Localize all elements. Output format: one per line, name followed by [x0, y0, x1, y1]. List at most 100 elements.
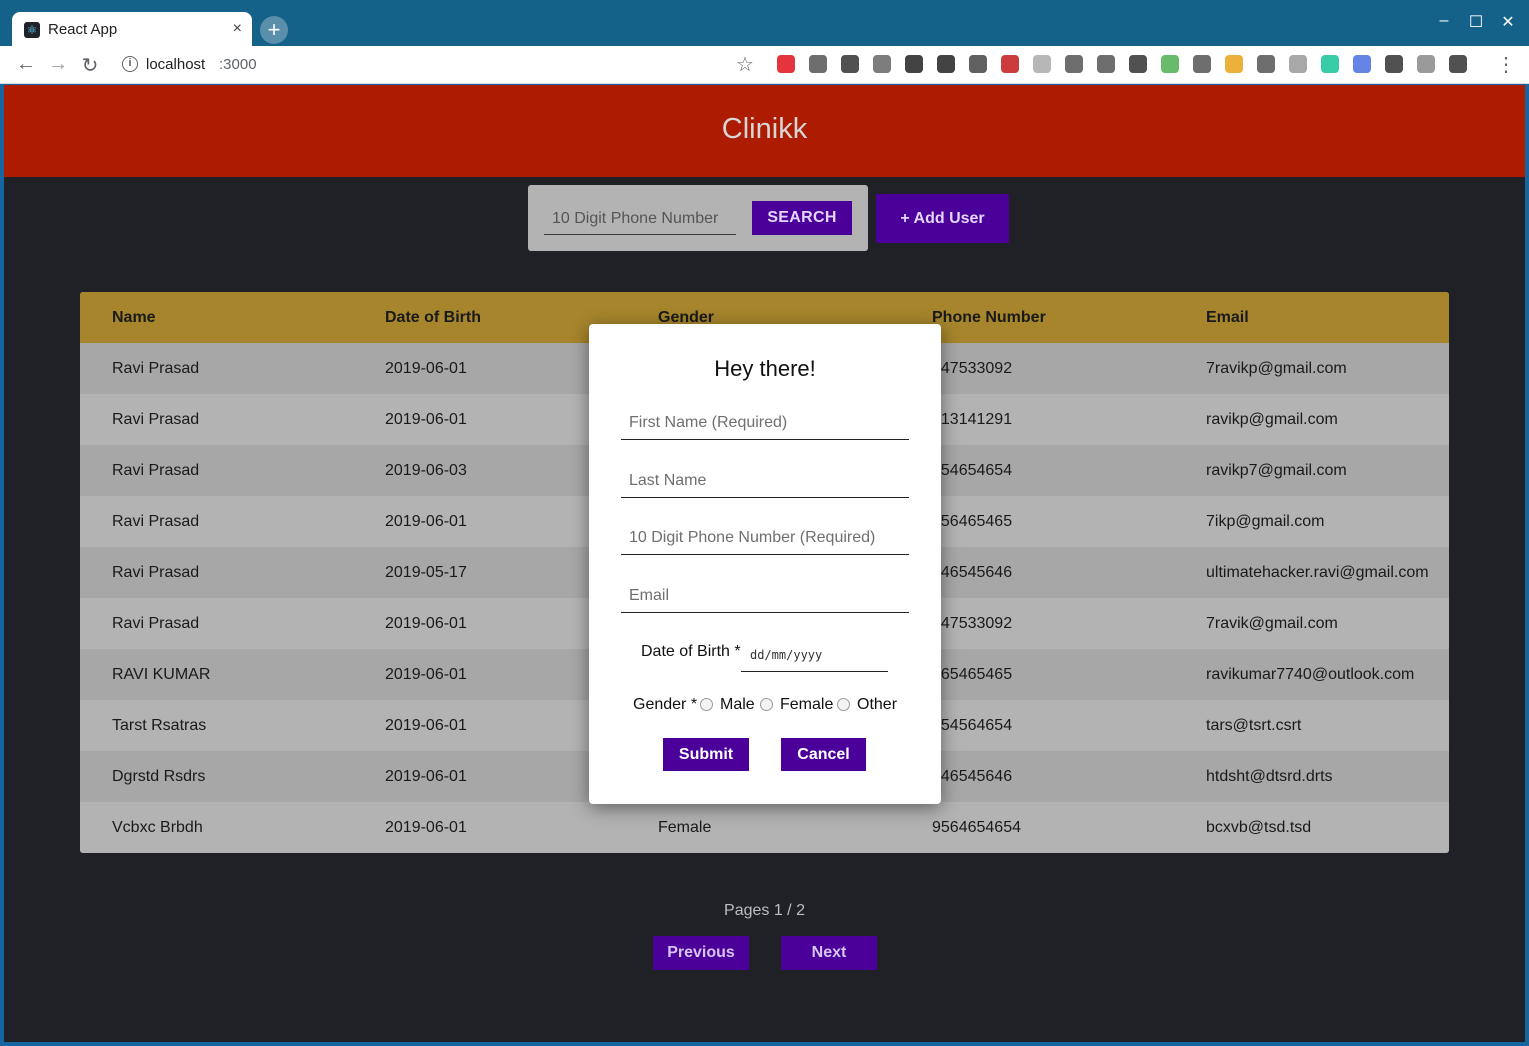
opera-icon[interactable]	[777, 55, 795, 73]
cell-dob: 2019-06-01	[385, 360, 467, 377]
cell-email: 7ravikp@gmail.com	[1206, 360, 1347, 377]
cell-email: ultimatehacker.ravi@gmail.com	[1206, 564, 1429, 581]
cell-name: Dgrstd Rsdrs	[112, 768, 206, 785]
chrome-icon[interactable]	[1193, 55, 1211, 73]
bookmark-star-icon[interactable]: ☆	[736, 52, 754, 77]
node-icon[interactable]	[1161, 55, 1179, 73]
s-icon[interactable]	[1097, 55, 1115, 73]
cell-dob: 2019-06-03	[385, 462, 467, 479]
low-badge-icon[interactable]	[1225, 55, 1243, 73]
download-icon[interactable]	[841, 55, 859, 73]
address-bar[interactable]: i localhost :3000	[112, 50, 762, 80]
cell-name: Ravi Prasad	[112, 513, 200, 530]
maximize-icon[interactable]: ☐	[1466, 12, 1486, 32]
cell-name: Ravi Prasad	[112, 411, 200, 428]
cell-dob: 2019-06-01	[385, 768, 467, 785]
cell-name: Ravi Prasad	[112, 462, 200, 479]
cell-email: tars@tsrt.csrt	[1206, 717, 1302, 734]
cell-name: Ravi Prasad	[112, 615, 200, 632]
extension-icon[interactable]	[905, 55, 923, 73]
cell-phone: 9564654654	[932, 819, 1021, 836]
tab-title: React App	[48, 21, 118, 38]
cell-dob: 2019-06-01	[385, 411, 467, 428]
close-tab-icon[interactable]: ×	[233, 20, 242, 38]
cancel-button[interactable]: Cancel	[781, 738, 866, 771]
cell-email: 7ikp@gmail.com	[1206, 513, 1325, 530]
eyedropper-icon[interactable]	[809, 55, 827, 73]
gender-female-radio[interactable]	[760, 698, 773, 711]
column-header-phone: Phone Number	[932, 309, 1046, 326]
email-field[interactable]	[621, 579, 909, 613]
gender-other-radio[interactable]	[837, 698, 850, 711]
column-header-dob: Date of Birth	[385, 309, 481, 326]
cell-name: Ravi Prasad	[112, 564, 200, 581]
cell-dob: 2019-06-01	[385, 513, 467, 530]
gender-male-label: Male	[720, 696, 755, 713]
app-header: Clinikk	[4, 85, 1525, 177]
cell-dob: 2019-06-01	[385, 819, 467, 836]
extension-icon[interactable]	[1033, 55, 1051, 73]
cell-phone: 447533092	[932, 615, 1013, 632]
forward-icon[interactable]: →	[46, 53, 70, 76]
cell-email: ravikumar7740@outlook.com	[1206, 666, 1415, 683]
submit-button[interactable]: Submit	[663, 738, 749, 771]
search-button[interactable]: SEARCH	[752, 201, 852, 235]
search-box: SEARCH	[528, 185, 868, 251]
extension-icon[interactable]	[1417, 55, 1435, 73]
profile-icon[interactable]	[1449, 55, 1467, 73]
extension-icon[interactable]	[1289, 55, 1307, 73]
cell-phone: 454654654	[932, 462, 1013, 479]
phone-field[interactable]	[621, 521, 909, 555]
cell-name: Ravi Prasad	[112, 360, 200, 377]
next-button[interactable]: Next	[781, 936, 877, 970]
reload-icon[interactable]: ↻	[78, 53, 102, 78]
cell-gender: Female	[658, 819, 712, 836]
cell-name: Tarst Rsatras	[112, 717, 207, 734]
minimize-icon[interactable]: –	[1434, 12, 1454, 30]
cell-phone: 546545646	[932, 564, 1013, 581]
dob-input[interactable]: dd/mm/yyyy	[741, 638, 888, 672]
gender-label: Gender *	[633, 696, 698, 713]
add-user-button[interactable]: + Add User	[876, 194, 1009, 243]
extension-icon[interactable]	[1065, 55, 1083, 73]
grammarly-icon[interactable]	[1321, 55, 1339, 73]
s-icon[interactable]	[1385, 55, 1403, 73]
info-icon[interactable]: i	[122, 56, 138, 72]
extension-icon[interactable]	[1001, 55, 1019, 73]
new-tab-button[interactable]: +	[260, 16, 288, 44]
cell-dob: 2019-05-17	[385, 564, 467, 581]
react-icon: ⚛	[24, 22, 40, 38]
translate-icon[interactable]	[1353, 55, 1371, 73]
add-user-modal: Hey there! Date of Birth * dd/mm/yyyy Ge…	[589, 324, 941, 804]
url-host: localhost	[146, 56, 206, 73]
browser-toolbar: ← → ↻ i localhost :3000 ☆ ⋮	[0, 46, 1529, 84]
search-input[interactable]	[544, 203, 736, 235]
previous-button[interactable]: Previous	[653, 936, 749, 970]
cell-phone: 313141291	[932, 411, 1013, 428]
cell-name: Vcbxc Brbdh	[112, 819, 203, 836]
gender-female-label: Female	[780, 696, 834, 713]
cell-phone: 465465465	[932, 666, 1013, 683]
back-icon[interactable]: ←	[14, 53, 38, 76]
cell-dob: 2019-06-01	[385, 615, 467, 632]
pocket-icon[interactable]	[1257, 55, 1275, 73]
close-window-icon[interactable]: ✕	[1498, 12, 1518, 32]
dob-label: Date of Birth *	[641, 643, 741, 660]
extension-icon[interactable]	[873, 55, 891, 73]
extension-icon[interactable]	[969, 55, 987, 73]
browser-titlebar: ⚛ React App × + – ☐ ✕	[0, 0, 1529, 47]
last-name-field[interactable]	[621, 464, 909, 498]
screenshot-icon[interactable]	[1129, 55, 1147, 73]
cell-email: 7ravik@gmail.com	[1206, 615, 1338, 632]
cell-email: ravikp@gmail.com	[1206, 411, 1338, 428]
cell-phone: 456465465	[932, 513, 1013, 530]
table-row[interactable]: Vcbxc Brbdh 2019-06-01 Female 9564654654 bcx…	[80, 802, 1449, 853]
url-port: :3000	[219, 56, 257, 73]
extension-icon[interactable]	[937, 55, 955, 73]
browser-tab[interactable]: ⚛ React App ×	[12, 12, 252, 47]
first-name-field[interactable]	[621, 406, 909, 440]
gender-male-radio[interactable]	[700, 698, 713, 711]
menu-icon[interactable]: ⋮	[1496, 52, 1516, 77]
cell-phone: 654564654	[932, 717, 1013, 734]
pagination-label: Pages 1 / 2	[724, 902, 805, 919]
